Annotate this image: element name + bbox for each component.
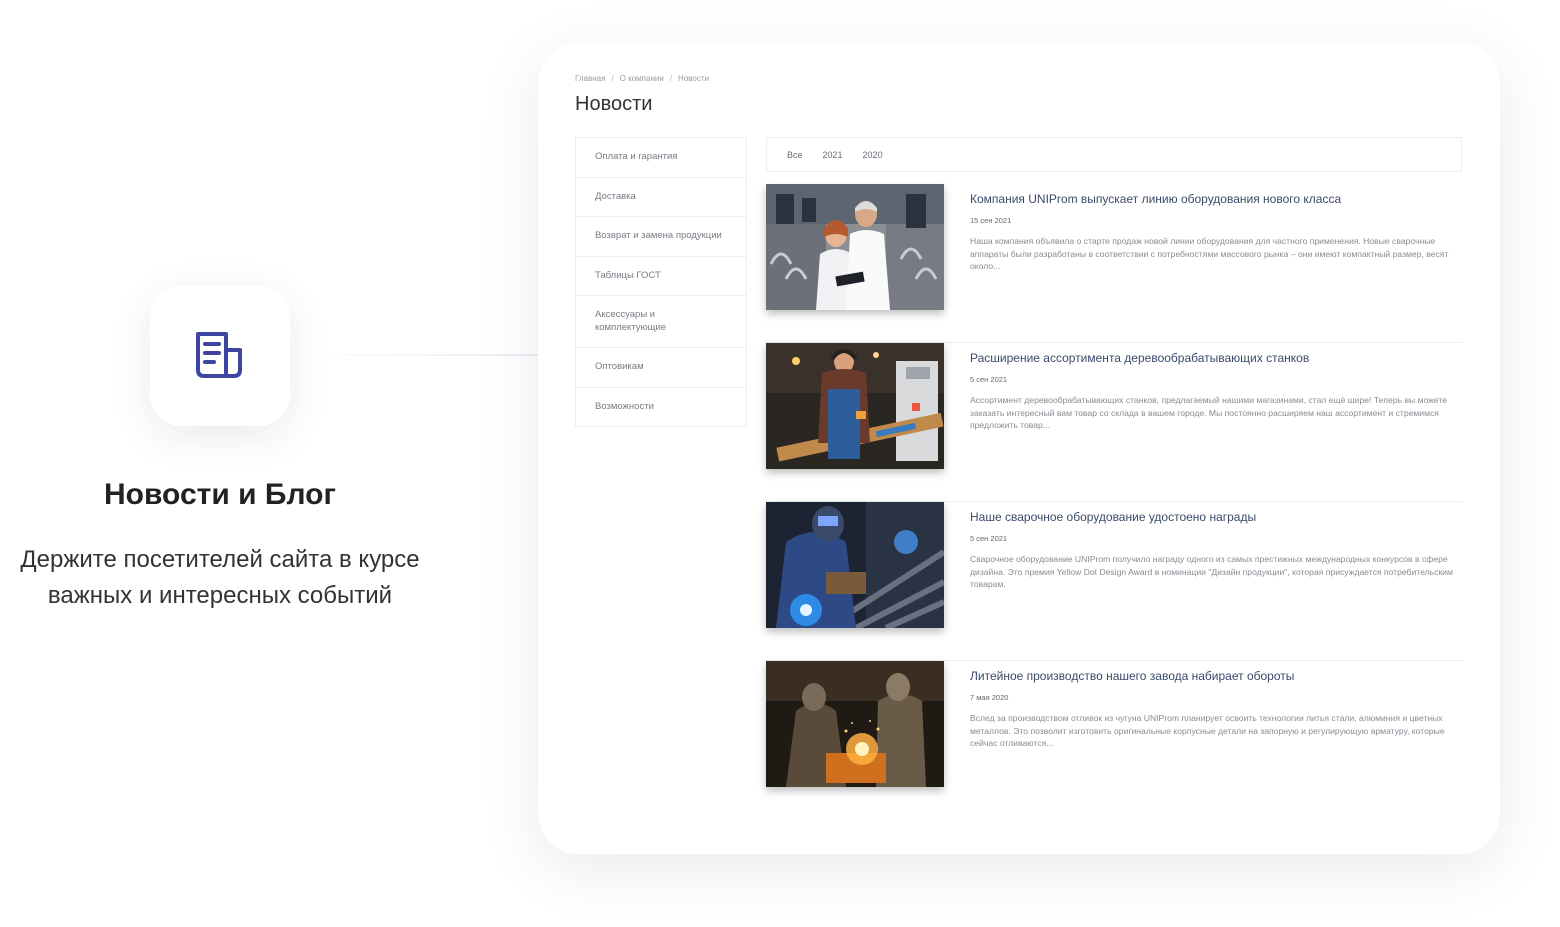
side-menu-item-payment[interactable]: Оплата и гарантия	[576, 138, 746, 178]
news-date: 7 мая 2020	[970, 693, 1009, 702]
side-menu-item-delivery[interactable]: Доставка	[576, 178, 746, 217]
news-image-lab[interactable]	[766, 184, 944, 310]
breadcrumb-current: Новости	[678, 74, 710, 83]
news-image-foundry[interactable]	[766, 661, 944, 787]
news-image-woodwork[interactable]	[766, 343, 944, 469]
side-menu-item-features[interactable]: Возможности	[576, 388, 746, 427]
news-item: Расширение ассортимента деревообрабатыва…	[766, 343, 1462, 502]
news-photo-woodwork	[766, 343, 944, 469]
news-date: 15 сен 2021	[970, 216, 1012, 225]
news-excerpt: Сварочное оборудование UNIProm получило …	[970, 554, 1453, 589]
news-item: Наше сварочное оборудование удостоено на…	[766, 502, 1462, 661]
feature-subtitle-line: важных и интересных событий	[47, 582, 393, 609]
news-photo-foundry	[766, 661, 944, 787]
news-item: Литейное производство нашего завода наби…	[766, 661, 1462, 820]
page-title: Новости	[575, 93, 653, 115]
news-excerpt: Наша компания объявила о старте продаж н…	[970, 236, 1449, 271]
feature-subtitle: Держите посетителей сайта в курсе важных…	[0, 542, 440, 614]
breadcrumb-home[interactable]: Главная	[575, 74, 605, 83]
filter-all[interactable]: Все	[787, 150, 803, 160]
feature-subtitle-line: Держите посетителей сайта в курсе	[20, 546, 420, 573]
side-menu: Оплата и гарантия Доставка Возврат и зам…	[575, 137, 747, 427]
website-preview-card: Главная / О компании / Новости Новости О…	[538, 43, 1500, 854]
news-excerpt: Ассортимент деревообрабатывающих станков…	[970, 395, 1448, 430]
news-list: Компания UNIProm выпускает линию оборудо…	[766, 184, 1462, 820]
connector-line	[290, 354, 538, 356]
news-date: 5 сен 2021	[970, 534, 1008, 543]
news-date: 5 сен 2021	[970, 375, 1008, 384]
news-title-link[interactable]: Расширение ассортимента деревообрабатыва…	[970, 351, 1309, 365]
filter-2020[interactable]: 2020	[863, 150, 883, 160]
breadcrumb: Главная / О компании / Новости	[575, 74, 710, 83]
news-title-link[interactable]: Компания UNIProm выпускает линию оборудо…	[970, 192, 1341, 206]
news-item: Компания UNIProm выпускает линию оборудо…	[766, 184, 1462, 343]
news-title-link[interactable]: Наше сварочное оборудование удостоено на…	[970, 510, 1256, 524]
news-excerpt: Вслед за производством отливок из чугуна…	[970, 713, 1445, 748]
newspaper-icon	[196, 332, 242, 378]
news-image-welding[interactable]	[766, 502, 944, 628]
side-menu-item-gost[interactable]: Таблицы ГОСТ	[576, 257, 746, 296]
feature-icon-card	[150, 286, 290, 426]
year-filter-bar: Все 2021 2020	[766, 137, 1462, 172]
side-menu-item-wholesale[interactable]: Оптовикам	[576, 348, 746, 388]
filter-2021[interactable]: 2021	[823, 150, 843, 160]
side-menu-item-returns[interactable]: Возврат и замена продукции	[576, 217, 746, 257]
side-menu-item-accessories[interactable]: Аксессуары и комплектующие	[576, 296, 746, 348]
news-photo-welding	[766, 502, 944, 628]
news-photo-lab	[766, 184, 944, 310]
news-title-link[interactable]: Литейное производство нашего завода наби…	[970, 669, 1294, 683]
feature-title: Новости и Блог	[104, 478, 336, 511]
breadcrumb-about[interactable]: О компании	[620, 74, 664, 83]
